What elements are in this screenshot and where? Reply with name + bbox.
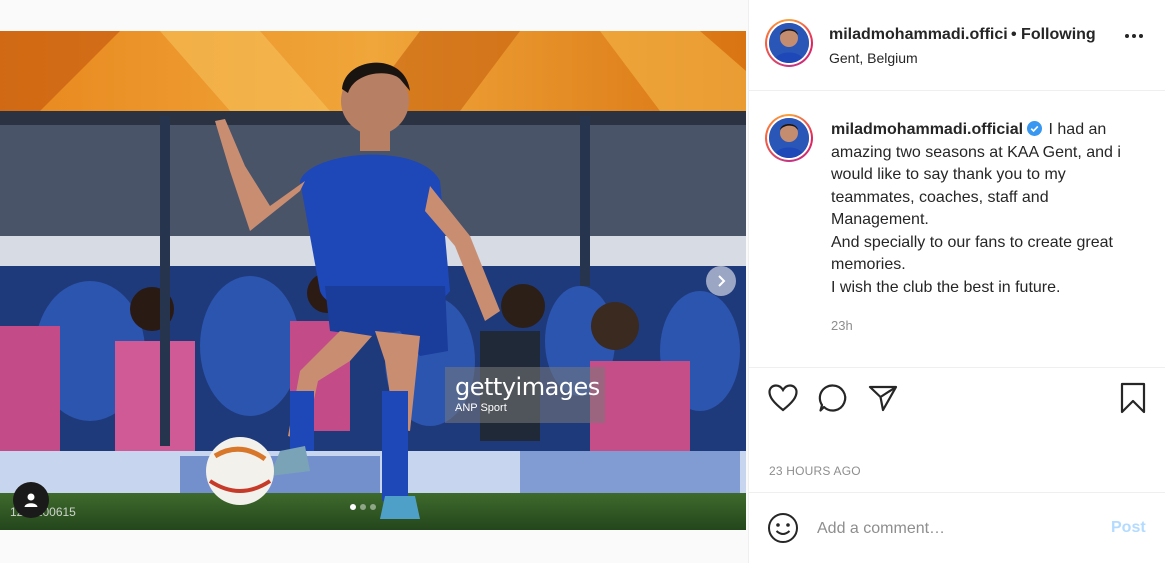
comment-input[interactable] (817, 515, 1087, 543)
profile-picture (769, 23, 809, 63)
post-caption: miladmohammadi.official I had an amazing… (831, 119, 1141, 299)
location-link[interactable]: Gent, Belgium (829, 50, 918, 66)
verified-badge-icon (1027, 121, 1043, 136)
caption-time[interactable]: 23h (831, 318, 853, 333)
profile-picture (769, 118, 809, 158)
caption-text: I had an amazing two seasons at KAA Gent… (831, 121, 1121, 296)
carousel-dot (350, 504, 356, 510)
football-photo (0, 31, 746, 530)
avatar[interactable] (765, 19, 813, 67)
comment-icon[interactable] (817, 382, 849, 414)
post-comment-button[interactable]: Post (1111, 519, 1146, 537)
emoji-icon[interactable] (767, 512, 799, 544)
getty-watermark: gettyimages ANP Sport (445, 367, 605, 423)
watermark-brand: gettyimages (455, 373, 600, 401)
action-bar (749, 367, 1165, 435)
carousel-dot (360, 504, 366, 510)
heart-icon[interactable] (767, 382, 799, 414)
post-timestamp[interactable]: 23 HOURS AGO (769, 464, 861, 478)
following-button[interactable]: • Following (1011, 26, 1096, 44)
caption-username[interactable]: miladmohammadi.official (831, 121, 1023, 138)
header-username[interactable]: miladmohammadi.offici (829, 26, 1007, 44)
next-arrow-icon[interactable] (706, 266, 736, 296)
caption-avatar[interactable] (765, 114, 813, 162)
more-options-icon[interactable] (1125, 34, 1143, 38)
post-photo[interactable]: gettyimages ANP Sport (0, 31, 746, 530)
carousel-dot (370, 504, 376, 510)
carousel-indicator (350, 504, 376, 510)
post-details-panel: miladmohammadi.offici • Following Gent, … (748, 0, 1165, 563)
share-icon[interactable] (867, 382, 899, 414)
post-header: miladmohammadi.offici • Following Gent, … (749, 0, 1165, 91)
post-media: gettyimages ANP Sport 1231100615 (0, 0, 748, 563)
watermark-source: ANP Sport (455, 402, 507, 414)
bookmark-icon[interactable] (1117, 382, 1149, 414)
comment-bar: Post (749, 492, 1165, 563)
user-tag-icon[interactable] (13, 482, 49, 518)
